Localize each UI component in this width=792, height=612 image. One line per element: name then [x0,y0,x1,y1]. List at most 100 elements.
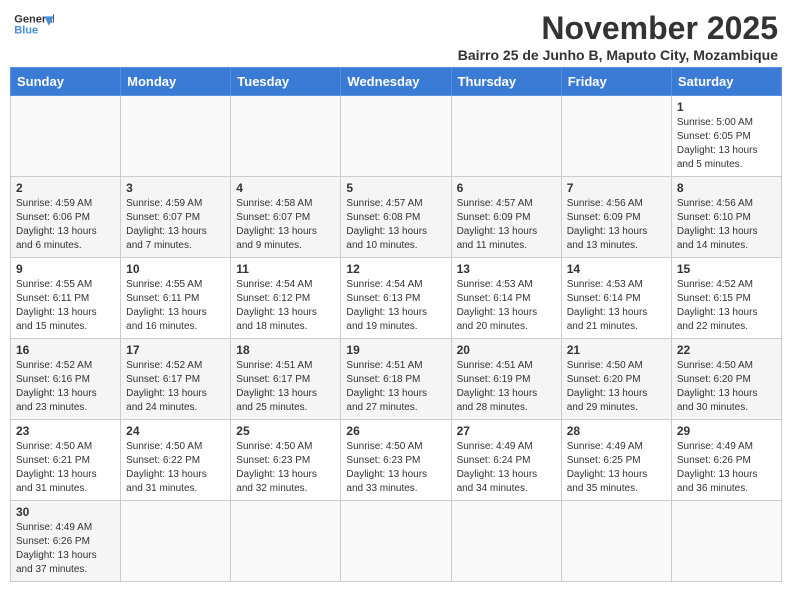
calendar-cell: 16Sunrise: 4:52 AMSunset: 6:16 PMDayligh… [11,339,121,420]
day-number: 21 [567,343,666,357]
calendar-cell: 7 Sunrise: 4:56 AMSunset: 6:09 PMDaylight… [561,177,671,258]
day-number: 3 [126,181,225,195]
day-number: 25 [236,424,335,438]
calendar-cell [121,501,231,582]
calendar-cell: 2 Sunrise: 4:59 AMSunset: 6:06 PMDaylight… [11,177,121,258]
day-info: Sunrise: 4:49 AMSunset: 6:26 PMDaylight:… [677,440,776,496]
calendar-cell [451,501,561,582]
day-number: 19 [346,343,445,357]
calendar-cell: 20Sunrise: 4:51 AMSunset: 6:19 PMDayligh… [451,339,561,420]
day-info: Sunrise: 4:56 AMSunset: 6:10 PMDaylight:… [677,197,776,253]
day-number: 22 [677,343,776,357]
day-number: 4 [236,181,335,195]
calendar-cell: 15Sunrise: 4:52 AMSunset: 6:15 PMDayligh… [671,258,781,339]
day-number: 26 [346,424,445,438]
calendar-cell: 18 Sunrise: 4:51 AMSunset: 6:17 PMDayligh… [231,339,341,420]
calendar-cell: 21 Sunrise: 4:50 AMSunset: 6:20 PMDayligh… [561,339,671,420]
calendar-cell: 17 Sunrise: 4:52 AMSunset: 6:17 PMDayligh… [121,339,231,420]
calendar-week-row: 30 Sunrise: 4:49 AMSunset: 6:26 PMDayligh… [11,501,782,582]
day-info: Sunrise: 4:59 AMSunset: 6:06 PMDaylight:… [16,197,115,253]
month-title: November 2025 [458,10,778,47]
day-number: 2 [16,181,115,195]
day-info: Sunrise: 4:57 AMSunset: 6:08 PMDaylight:… [346,197,445,253]
calendar-cell: 19 Sunrise: 4:51 AMSunset: 6:18 PMDayligh… [341,339,451,420]
calendar-cell: 30 Sunrise: 4:49 AMSunset: 6:26 PMDayligh… [11,501,121,582]
weekday-header-row: SundayMondayTuesdayWednesdayThursdayFrid… [11,68,782,96]
day-info: Sunrise: 4:49 AMSunset: 6:25 PMDaylight:… [567,440,666,496]
calendar-cell [561,501,671,582]
weekday-header-thursday: Thursday [451,68,561,96]
day-number: 30 [16,505,115,519]
calendar-cell: 24Sunrise: 4:50 AMSunset: 6:22 PMDayligh… [121,420,231,501]
day-info: Sunrise: 4:54 AMSunset: 6:13 PMDaylight:… [346,278,445,334]
calendar-cell: 23Sunrise: 4:50 AMSunset: 6:21 PMDayligh… [11,420,121,501]
calendar-cell: 27Sunrise: 4:49 AMSunset: 6:24 PMDayligh… [451,420,561,501]
day-info: Sunrise: 4:50 AMSunset: 6:23 PMDaylight:… [346,440,445,496]
day-number: 7 [567,181,666,195]
day-info: Sunrise: 4:58 AMSunset: 6:07 PMDaylight:… [236,197,335,253]
calendar-cell [451,96,561,177]
day-number: 5 [346,181,445,195]
calendar-cell: 3Sunrise: 4:59 AMSunset: 6:07 PMDaylight… [121,177,231,258]
day-info: Sunrise: 4:50 AMSunset: 6:20 PMDaylight:… [567,359,666,415]
calendar-cell [341,96,451,177]
day-info: Sunrise: 4:50 AMSunset: 6:23 PMDaylight:… [236,440,335,496]
weekday-header-saturday: Saturday [671,68,781,96]
calendar-cell [121,96,231,177]
day-info: Sunrise: 5:00 AMSunset: 6:05 PMDaylight:… [677,116,776,172]
day-info: Sunrise: 4:49 AMSunset: 6:26 PMDaylight:… [16,521,115,577]
calendar-table: SundayMondayTuesdayWednesdayThursdayFrid… [10,67,782,582]
day-number: 11 [236,262,335,276]
day-info: Sunrise: 4:50 AMSunset: 6:20 PMDaylight:… [677,359,776,415]
header: General Blue November 2025 Bairro 25 de … [10,10,782,63]
calendar-cell [231,501,341,582]
day-number: 28 [567,424,666,438]
day-number: 14 [567,262,666,276]
calendar-cell: 6Sunrise: 4:57 AMSunset: 6:09 PMDaylight… [451,177,561,258]
calendar-week-row: 9 Sunrise: 4:55 AMSunset: 6:11 PMDaylight… [11,258,782,339]
subtitle: Bairro 25 de Junho B, Maputo City, Mozam… [458,47,778,63]
calendar-cell: 5 Sunrise: 4:57 AMSunset: 6:08 PMDaylight… [341,177,451,258]
day-info: Sunrise: 4:56 AMSunset: 6:09 PMDaylight:… [567,197,666,253]
day-number: 6 [457,181,556,195]
weekday-header-friday: Friday [561,68,671,96]
day-number: 24 [126,424,225,438]
calendar-cell: 26 Sunrise: 4:50 AMSunset: 6:23 PMDayligh… [341,420,451,501]
calendar-cell: 13Sunrise: 4:53 AMSunset: 6:14 PMDayligh… [451,258,561,339]
calendar-cell: 8Sunrise: 4:56 AMSunset: 6:10 PMDaylight… [671,177,781,258]
day-info: Sunrise: 4:55 AMSunset: 6:11 PMDaylight:… [126,278,225,334]
day-number: 17 [126,343,225,357]
day-info: Sunrise: 4:54 AMSunset: 6:12 PMDaylight:… [236,278,335,334]
logo-icon: General Blue [14,10,54,40]
day-info: Sunrise: 4:53 AMSunset: 6:14 PMDaylight:… [457,278,556,334]
weekday-header-sunday: Sunday [11,68,121,96]
calendar-cell: 11 Sunrise: 4:54 AMSunset: 6:12 PMDayligh… [231,258,341,339]
day-number: 9 [16,262,115,276]
day-info: Sunrise: 4:51 AMSunset: 6:17 PMDaylight:… [236,359,335,415]
day-info: Sunrise: 4:51 AMSunset: 6:18 PMDaylight:… [346,359,445,415]
calendar-cell: 22 Sunrise: 4:50 AMSunset: 6:20 PMDayligh… [671,339,781,420]
calendar-cell: 29Sunrise: 4:49 AMSunset: 6:26 PMDayligh… [671,420,781,501]
day-number: 1 [677,100,776,114]
weekday-header-tuesday: Tuesday [231,68,341,96]
day-number: 20 [457,343,556,357]
day-info: Sunrise: 4:52 AMSunset: 6:17 PMDaylight:… [126,359,225,415]
day-number: 18 [236,343,335,357]
logo: General Blue [14,10,54,40]
weekday-header-monday: Monday [121,68,231,96]
calendar-cell [231,96,341,177]
calendar-cell: 28 Sunrise: 4:49 AMSunset: 6:25 PMDayligh… [561,420,671,501]
calendar-week-row: 16Sunrise: 4:52 AMSunset: 6:16 PMDayligh… [11,339,782,420]
calendar-cell: 14 Sunrise: 4:53 AMSunset: 6:14 PMDayligh… [561,258,671,339]
calendar-cell: 12Sunrise: 4:54 AMSunset: 6:13 PMDayligh… [341,258,451,339]
weekday-header-wednesday: Wednesday [341,68,451,96]
day-info: Sunrise: 4:50 AMSunset: 6:21 PMDaylight:… [16,440,115,496]
calendar-week-row: 1 Sunrise: 5:00 AMSunset: 6:05 PMDaylight… [11,96,782,177]
svg-text:Blue: Blue [14,25,38,37]
day-number: 10 [126,262,225,276]
day-info: Sunrise: 4:52 AMSunset: 6:16 PMDaylight:… [16,359,115,415]
day-info: Sunrise: 4:49 AMSunset: 6:24 PMDaylight:… [457,440,556,496]
calendar-cell: 4 Sunrise: 4:58 AMSunset: 6:07 PMDaylight… [231,177,341,258]
day-info: Sunrise: 4:55 AMSunset: 6:11 PMDaylight:… [16,278,115,334]
day-info: Sunrise: 4:53 AMSunset: 6:14 PMDaylight:… [567,278,666,334]
